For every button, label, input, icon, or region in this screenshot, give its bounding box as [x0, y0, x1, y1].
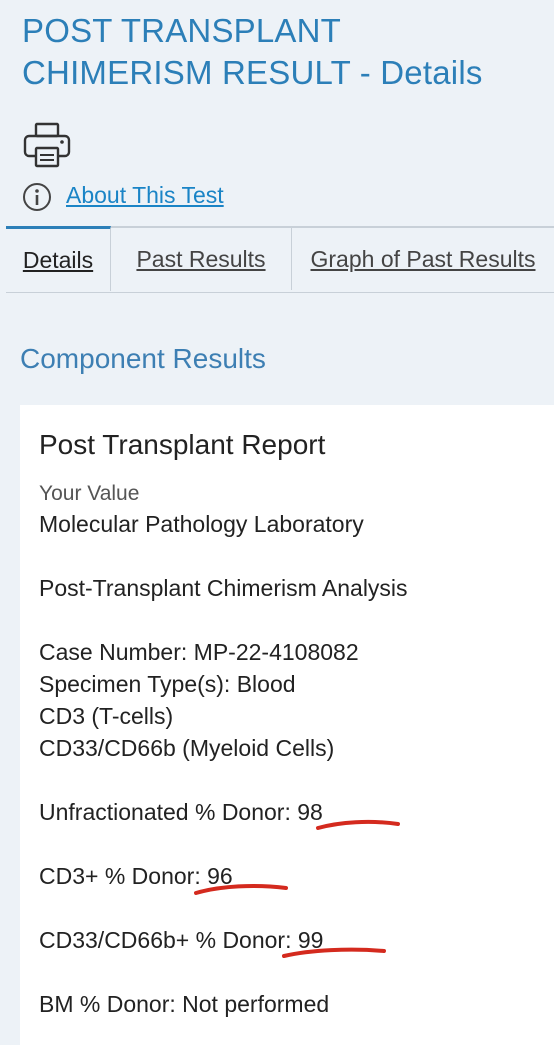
tab-details-label: Details — [22, 246, 94, 273]
tab-past-results-label: Past Results — [136, 245, 266, 272]
value-line-blank — [39, 828, 549, 860]
value-line-blank — [39, 892, 549, 924]
printer-icon — [23, 122, 71, 168]
tab-graph-of-past-results[interactable]: Graph of Past Results — [292, 228, 554, 290]
value-line: CD3 (T-cells) — [39, 703, 174, 729]
tab-details[interactable]: Details — [6, 226, 111, 291]
about-this-test-link[interactable]: About This Test — [66, 182, 224, 209]
value-line-blank — [39, 956, 549, 988]
value-line-cd3: CD3+ % Donor: 96 — [39, 863, 233, 889]
value-line: Molecular Pathology Laboratory — [39, 511, 364, 537]
value-line-cd33: CD33/CD66b+ % Donor: 99 — [39, 927, 324, 953]
tab-graph-label: Graph of Past Results — [310, 245, 536, 272]
page-title-line-2: CHIMERISM RESULT - Details — [22, 54, 483, 91]
info-icon — [22, 182, 52, 212]
value-line-bm: BM % Donor: Not performed — [39, 991, 330, 1017]
tab-bar: Details Past Results Graph of Past Resul… — [6, 226, 554, 293]
report-title: Post Transplant Report — [39, 429, 326, 460]
result-value: Molecular Pathology Laboratory Post-Tran… — [39, 508, 549, 1020]
value-line-blank — [39, 540, 549, 572]
value-line: CD33/CD66b (Myeloid Cells) — [39, 735, 335, 761]
tab-past-results[interactable]: Past Results — [111, 228, 292, 290]
your-value-label: Your Value — [39, 482, 140, 505]
value-line: Case Number: MP-22-4108082 — [39, 639, 359, 665]
value-line: Specimen Type(s): Blood — [39, 671, 296, 697]
value-line-blank — [39, 764, 549, 796]
value-line-unfractionated: Unfractionated % Donor: 98 — [39, 799, 323, 825]
value-line: Post-Transplant Chimerism Analysis — [39, 575, 408, 601]
print-button[interactable] — [22, 122, 72, 168]
result-card: Post Transplant Report Your Value Molecu… — [20, 405, 554, 1045]
page-title: POST TRANSPLANT CHIMERISM RESULT - Detai… — [22, 10, 542, 94]
value-line-blank — [39, 604, 549, 636]
page-title-line-1: POST TRANSPLANT — [22, 12, 342, 49]
section-heading: Component Results — [20, 343, 266, 374]
